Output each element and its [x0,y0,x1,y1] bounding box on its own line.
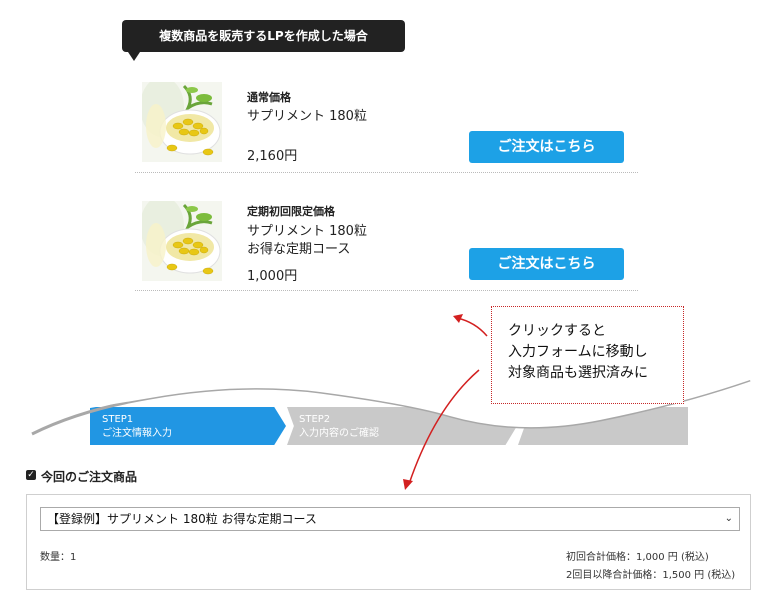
product-select[interactable]: 【登録例】サプリメント 180粒 お得な定期コース ⌄ [40,507,740,531]
product-price: 1,000円 [247,269,298,284]
note-line: 入力フォームに移動し [508,344,648,360]
row-divider [135,172,638,173]
price-type-label: 定期初回限定価格 [247,205,335,218]
quantity-text: 数量：1 [40,552,77,563]
lp-caption-tooltip: 複数商品を販売するLPを作成した場合 [122,20,405,52]
price-type-label: 通常価格 [247,91,291,104]
product-name: サプリメント 180粒 [247,109,367,124]
section-title: 今回のご注文商品 [41,470,138,484]
first-total: 初回合計価格：1,000 円 (税込) [566,552,709,563]
product-name: サプリメント 180粒 [247,224,367,239]
product-plan: お得な定期コース [247,242,351,257]
recurring-total: 2回目以降合計価格：1,500 円 (税込) [566,570,736,581]
tooltip-tail [128,52,140,61]
checkbox-checked-icon: ✓ [26,470,36,480]
product-image [142,82,222,162]
selected-product: 【登録例】サプリメント 180粒 お得な定期コース [47,512,317,526]
note-line: クリックすると [508,323,606,339]
order-button[interactable]: ご注文はこちら [469,131,624,163]
curved-arrow-icon [403,314,488,490]
product-image [142,201,222,281]
chevron-down-icon: ⌄ [724,513,733,524]
annotation-note: クリックすると 入力フォームに移動し 対象商品も選択済みに [491,306,684,404]
note-line: 対象商品も選択済みに [508,365,648,381]
row-divider [135,290,638,291]
order-button[interactable]: ご注文はこちら [469,248,624,280]
product-price: 2,160円 [247,149,298,164]
